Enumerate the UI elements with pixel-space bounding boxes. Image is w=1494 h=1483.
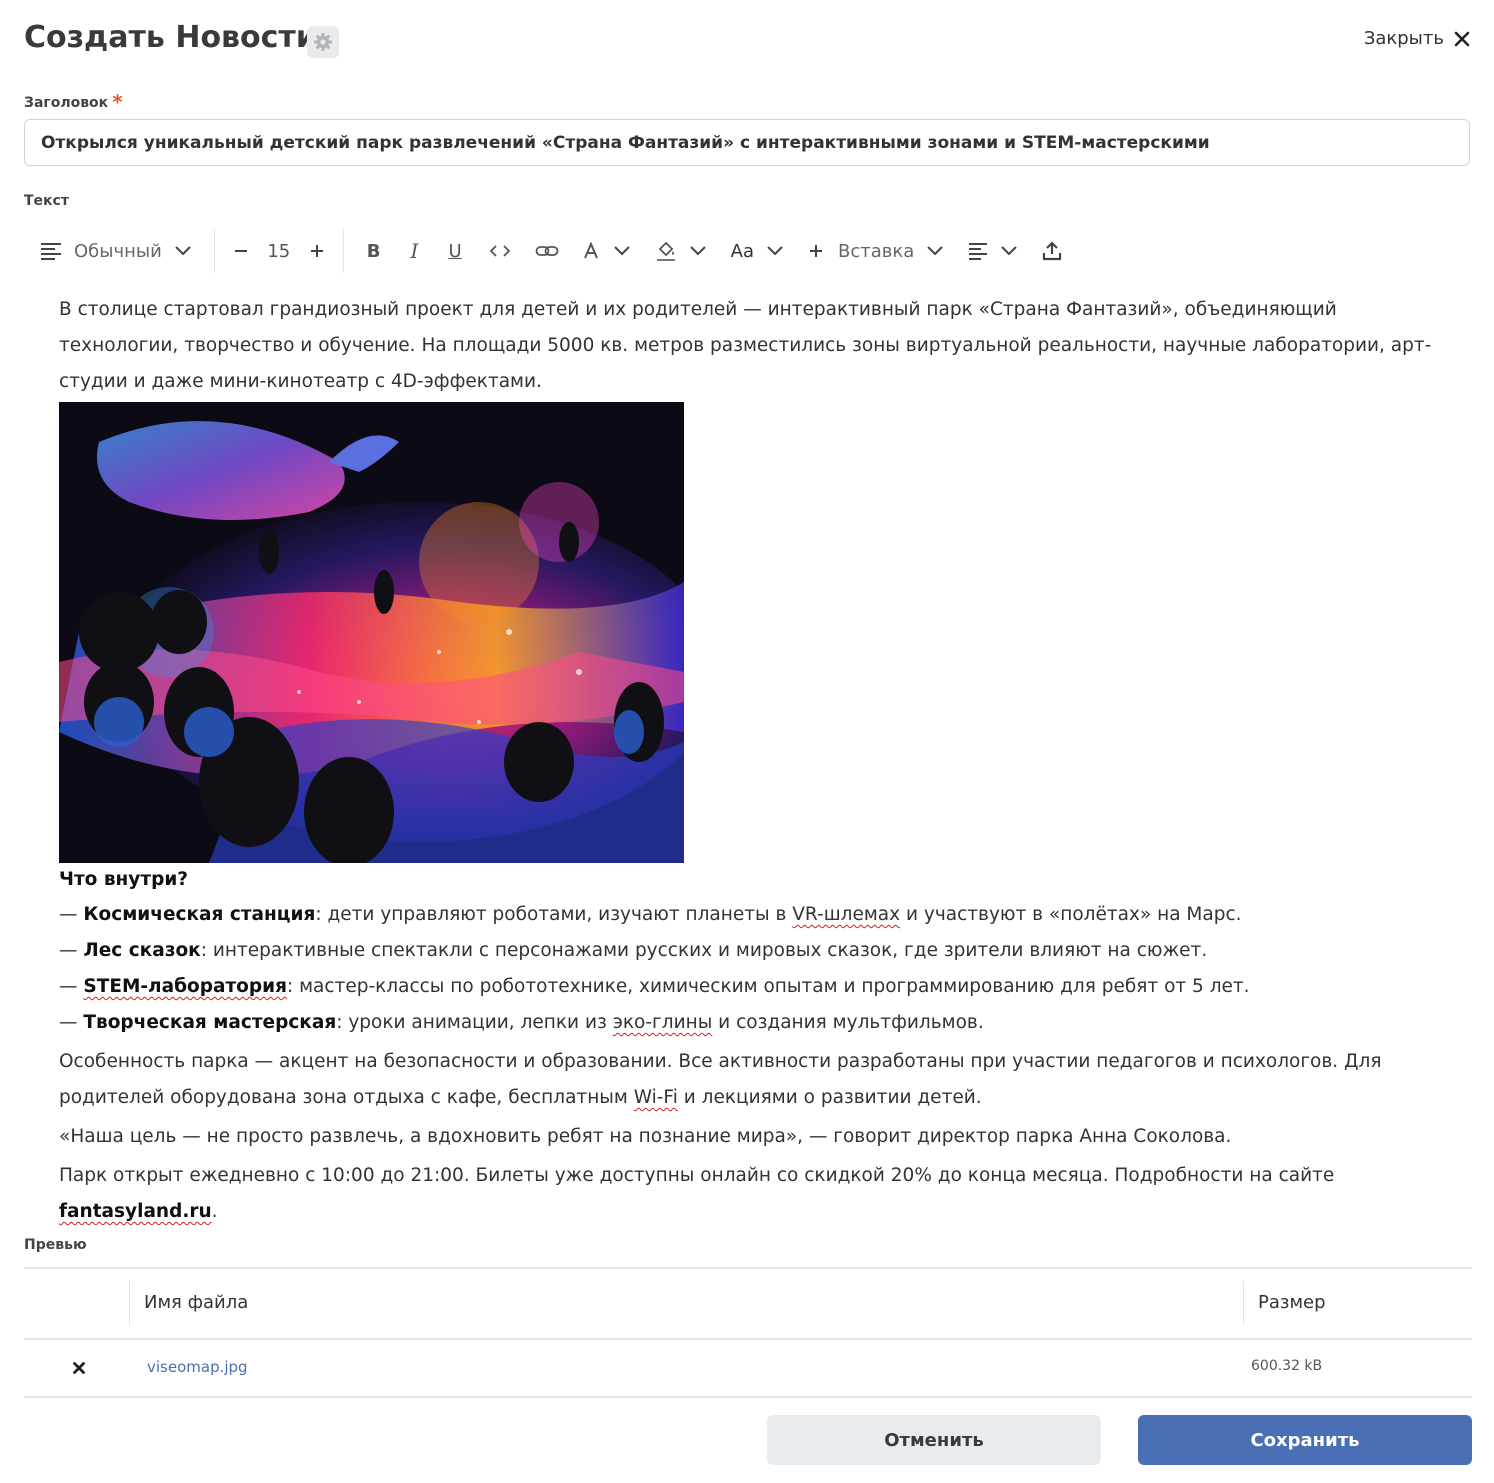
text-field-label: Текст [24,193,69,209]
preview-label: Превью [24,1237,87,1253]
upload-icon [1043,241,1062,261]
list-dash: — [59,904,84,925]
editor-content[interactable]: В столице стартовал грандиозный проект д… [59,292,1439,1230]
article-image[interactable] [59,402,684,863]
font-size-value[interactable]: 15 [259,241,299,262]
chevron-down-icon [1001,246,1017,256]
list-item-text: : дети управляют роботами, изучают плане… [315,904,793,925]
chevron-down-icon [689,246,706,256]
list-item-text: : уроки анимации, лепки из [336,1012,613,1033]
underline-icon: U [448,240,462,262]
text-case-dropdown[interactable]: Aa [719,228,796,274]
close-label: Закрыть [1363,28,1444,49]
cancel-button[interactable]: Отменить [767,1415,1101,1465]
list-item: — Космическая станция: дети управляют ро… [59,897,1439,933]
font-size-increase[interactable] [299,228,335,274]
list-dash: — [59,940,84,961]
intro-paragraph: В столице стартовал грандиозный проект д… [59,299,1432,392]
highlight-color-dropdown[interactable] [643,228,719,274]
list-dash: — [59,1012,84,1033]
italic-icon: I [410,239,419,263]
align-dropdown[interactable] [956,228,1030,274]
list-item-title: STEM-лаборатория [83,976,287,997]
hours-paragraph: Парк открыт ежедневно с 10:00 до 21:00. … [59,1158,1439,1230]
title-field-label: Заголовок * [24,88,123,114]
delete-file-icon[interactable] [73,1362,85,1374]
feature-text: и лекциями о развитии детей. [677,1087,982,1108]
chevron-down-icon [613,246,630,256]
align-left-icon [969,243,988,260]
list-item-title: Лес сказок [83,940,201,961]
section-heading: Что внутри? [59,869,189,890]
link-button[interactable] [523,228,571,274]
list-item-text: и участвуют в «полётах» на Марс. [900,904,1242,925]
file-size: 600.32 kB [1251,1358,1323,1374]
italic-button[interactable]: I [396,228,434,274]
list-item: — Лес сказок: интерактивные спектакли с … [59,933,1439,969]
editor-toolbar: Обычный 15 B I U Aa Вставка [24,228,1470,274]
required-mark: * [112,90,123,114]
list-item-text: и создания мультфильмов. [712,1012,984,1033]
toolbar-divider [342,229,344,273]
quote-paragraph: «Наша цель — не просто развлечь, а вдохн… [59,1126,1232,1147]
title-input[interactable] [24,119,1470,166]
plus-icon [310,245,323,257]
block-type-label: Обычный [74,240,162,262]
list-dash: — [59,976,84,997]
bold-icon: B [366,240,381,262]
chevron-down-icon [175,246,191,256]
chevron-down-icon [767,246,783,256]
bold-button[interactable]: B [352,228,396,274]
file-name-link[interactable]: viseomap.jpg [147,1358,248,1376]
gear-icon [314,33,332,51]
park-photo [59,402,684,863]
column-header-size[interactable]: Размер [1258,1292,1326,1313]
chevron-down-icon [927,246,943,256]
list-item-title: Космическая станция [83,904,316,925]
close-icon [1454,31,1470,46]
feature-paragraph: Особенность парка — акцент на безопаснос… [59,1044,1439,1116]
paint-bucket-icon [656,241,675,261]
code-icon [489,245,510,257]
minus-icon [234,250,247,252]
upload-button[interactable] [1030,228,1074,274]
text-color-dropdown[interactable] [571,228,643,274]
insert-label: Вставка [837,240,915,262]
font-size-decrease[interactable] [223,228,259,274]
table-header: Имя файла Размер [24,1267,1472,1340]
misspelled-word: Wi-Fi [633,1087,678,1108]
site-link[interactable]: fantasyland.ru [59,1201,212,1222]
link-icon [535,246,559,256]
preview-table: Имя файла Размер viseomap.jpg 600.32 kB [24,1267,1472,1398]
list-item-text: : интерактивные спектакли с персонажами … [200,940,1208,961]
page-title: Создать Новости [24,20,317,55]
list-item: — STEM-лаборатория: мастер-классы по роб… [59,969,1439,1005]
column-divider [129,1281,130,1325]
misspelled-word: эко-глины [612,1012,713,1033]
column-divider [1243,1281,1244,1325]
settings-button[interactable] [307,26,339,58]
underline-button[interactable]: U [433,228,476,274]
column-header-filename[interactable]: Имя файла [144,1292,248,1313]
code-button[interactable] [477,228,523,274]
block-type-dropdown[interactable]: Обычный [24,228,202,274]
list-item: — Творческая мастерская: уроки анимации,… [59,1005,1439,1041]
hours-text-end: . [211,1201,218,1222]
hours-text: Парк открыт ежедневно с 10:00 до 21:00. … [59,1165,1335,1186]
close-button[interactable]: Закрыть [1364,28,1470,49]
text-color-icon [583,242,598,259]
list-item-text: : мастер-классы по робототехнике, химиче… [286,976,1250,997]
plus-icon [809,245,822,257]
insert-dropdown[interactable]: Вставка [796,228,956,274]
save-button[interactable]: Сохранить [1138,1415,1472,1465]
title-label-text: Заголовок [24,95,109,111]
paragraph-icon [41,243,61,260]
list-item-title: Творческая мастерская [83,1012,337,1033]
misspelled-word: VR-шлемах [792,904,901,925]
text-case-icon: Aa [730,240,754,262]
table-row: viseomap.jpg 600.32 kB [24,1340,1472,1398]
modal-header: Создать Новости Закрыть [24,18,1470,66]
toolbar-divider [213,229,215,273]
